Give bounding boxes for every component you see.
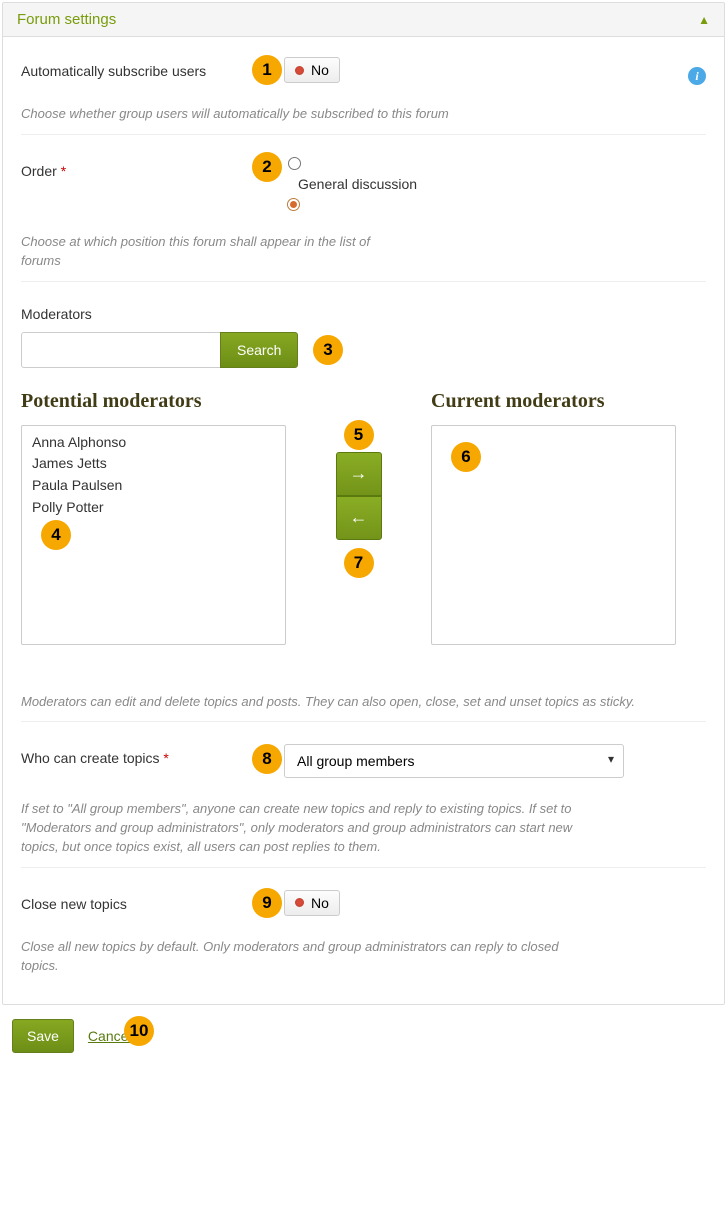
divider [21,867,706,868]
subscribe-hint: Choose whether group users will automati… [21,105,661,124]
required-marker: * [61,163,66,179]
moderators-hint: Moderators can edit and delete topics an… [21,693,661,712]
create-topics-label: Who can create topics * [21,744,284,766]
arrow-right-icon: → [350,463,368,484]
toggle-off-icon [295,66,304,75]
potential-moderators-col: Potential moderators Anna Alphonso James… [21,390,286,645]
divider [21,721,706,722]
divider [21,281,706,282]
create-topics-select[interactable]: All group members [284,744,624,778]
current-moderators-title: Current moderators [431,390,676,413]
moderator-lists: Potential moderators Anna Alphonso James… [21,390,706,645]
required-marker: * [163,750,168,766]
panel-body: Automatically subscribe users 1 No i Cho… [3,37,724,1004]
subscribe-toggle[interactable]: No [284,57,340,83]
badge-8: 8 [252,744,282,774]
badge-2: 2 [252,152,282,182]
moderator-search-input[interactable] [21,332,220,368]
badge-1: 1 [252,55,282,85]
create-topics-field: Who can create topics * 8 All group memb… [21,740,706,782]
list-item[interactable]: James Jetts [32,453,275,475]
order-label: Order * [21,157,284,179]
order-hint: Choose at which position this forum shal… [21,233,381,271]
order-radio-before[interactable] [288,157,301,170]
close-topics-hint: Close all new topics by default. Only mo… [21,938,581,976]
moderator-search-row: Search 3 [21,332,706,368]
divider [21,134,706,135]
list-item[interactable]: Paula Paulsen [32,475,275,497]
list-item[interactable]: Anna Alphonso [32,432,275,454]
close-topics-toggle-value: No [311,895,329,911]
info-icon[interactable]: i [688,67,706,85]
create-topics-select-wrap: All group members [284,744,624,778]
potential-moderators-title: Potential moderators [21,390,286,413]
moderator-transfer-buttons: 5 → ← 7 [286,390,431,645]
close-topics-control: 9 No [284,890,706,916]
order-radio-selected[interactable] [287,198,300,211]
subscribe-field: Automatically subscribe users 1 No i [21,53,706,87]
order-option-label: General discussion [298,176,417,192]
badge-6: 6 [451,442,481,472]
panel-title: Forum settings [17,11,116,28]
moderator-search-button[interactable]: Search [220,332,298,368]
subscribe-toggle-value: No [311,62,329,78]
order-field: Order * 2 General discussion [21,153,706,215]
badge-5: 5 [344,420,374,450]
close-topics-toggle[interactable]: No [284,890,340,916]
moderators-section: Moderators Search 3 Potential moderators… [21,300,706,712]
add-moderator-button[interactable]: → [336,452,382,496]
close-topics-field: Close new topics 9 No [21,886,706,920]
form-footer: Save Cancel 10 [2,1005,725,1061]
moderators-label: Moderators [21,300,706,322]
badge-10: 10 [124,1016,154,1046]
list-item[interactable]: Polly Potter [32,497,275,519]
close-topics-label: Close new topics [21,890,284,912]
chevron-up-icon[interactable]: ▲ [698,13,710,27]
order-control: 2 General discussion [284,157,706,211]
create-topics-control: 8 All group members [284,744,706,778]
toggle-off-icon [295,898,304,907]
subscribe-label: Automatically subscribe users [21,57,284,79]
panel-header[interactable]: Forum settings ▲ [3,3,724,37]
badge-4: 4 [41,520,71,550]
create-topics-hint: If set to "All group members", anyone ca… [21,800,581,857]
remove-moderator-button[interactable]: ← [336,496,382,540]
save-button[interactable]: Save [12,1019,74,1053]
badge-7: 7 [344,548,374,578]
current-moderators-col: Current moderators 6 [431,390,676,645]
badge-3: 3 [313,335,343,365]
subscribe-control: 1 No i [284,57,706,83]
forum-settings-panel: Forum settings ▲ Automatically subscribe… [2,2,725,1005]
badge-9: 9 [252,888,282,918]
arrow-left-icon: ← [350,507,368,528]
